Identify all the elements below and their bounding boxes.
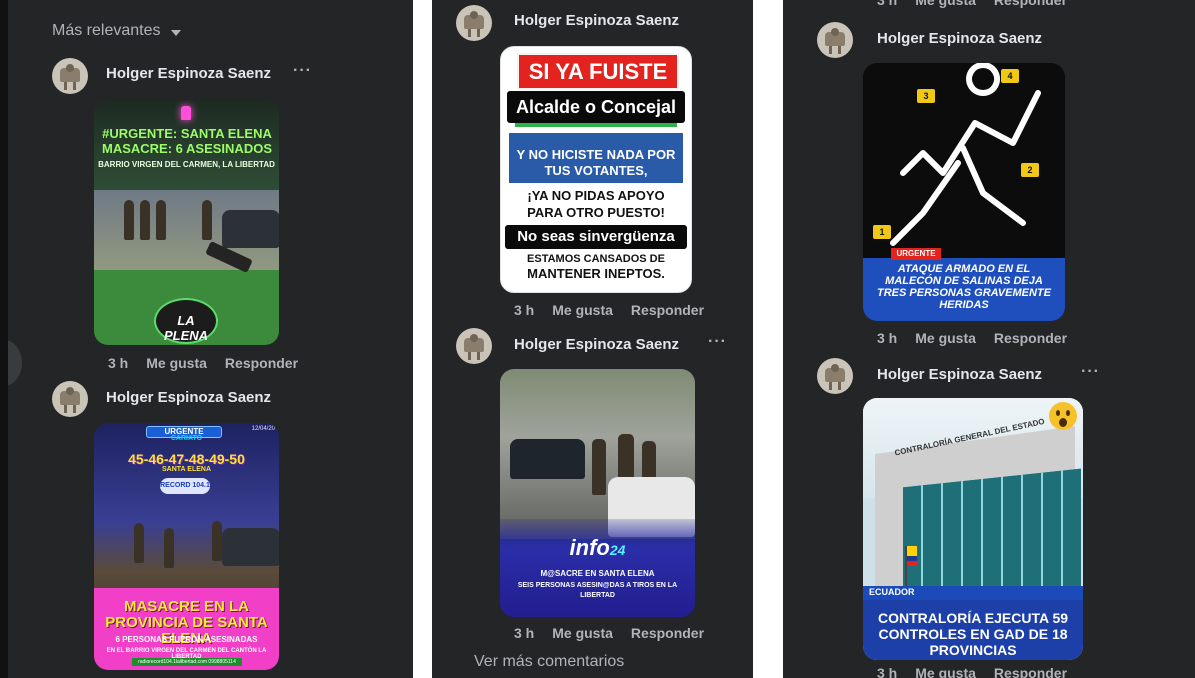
- comment-image[interactable]: info24 M@SACRE EN SANTA ELENA SEIS PERSO…: [500, 369, 695, 617]
- comment-author[interactable]: Holger Espinoza Saenz: [877, 30, 1042, 47]
- comment-image[interactable]: URGENTE 12/04/20 CARIATO 45-46-47-48-49-…: [94, 423, 279, 670]
- siren-icon: [181, 106, 191, 120]
- comment-image[interactable]: 3 4 2 1 URGENTE ATAQUE ARMADO EN EL MALE…: [863, 63, 1065, 321]
- panel-edge: [0, 0, 8, 678]
- like-button[interactable]: Me gusta: [552, 625, 613, 641]
- sort-label: Más relevantes: [52, 22, 161, 39]
- comment-author[interactable]: Holger Espinoza Saenz: [877, 366, 1042, 383]
- comment-actions: 3 h Me gusta Responder: [108, 355, 298, 371]
- avatar[interactable]: [456, 328, 492, 364]
- comment-author[interactable]: Holger Espinoza Saenz: [106, 65, 271, 82]
- see-more-comments-link[interactable]: Ver más comentarios: [474, 653, 624, 671]
- image-numbers: 45-46-47-48-49-50: [128, 451, 245, 467]
- evidence-marker: 3: [917, 89, 935, 103]
- image-contact: radiorecord104.1lalibertad.com 099880511…: [132, 658, 242, 666]
- comment-actions: 3 h Me gusta Responder: [877, 330, 1067, 346]
- image-line-5: No seas sinvergüenza: [505, 225, 687, 249]
- more-options-icon[interactable]: ···: [1081, 363, 1100, 381]
- image-subline: SEIS PERSONAS ASESIN@DAS A TIROS EN LA L…: [517, 582, 678, 599]
- like-button[interactable]: Me gusta: [915, 665, 976, 678]
- evidence-marker: 2: [1021, 163, 1039, 177]
- image-line-2: Alcalde o Concejal: [507, 91, 685, 123]
- image-line-3: Y NO HICISTE NADA POR TUS VOTANTES,: [516, 147, 676, 178]
- like-button[interactable]: Me gusta: [146, 355, 207, 371]
- ecuador-flag-icon: [907, 546, 917, 566]
- comment-time: 3 h: [877, 665, 898, 678]
- reply-button[interactable]: Responder: [994, 665, 1067, 678]
- reply-button[interactable]: Responder: [225, 355, 298, 371]
- comment-actions: 3 h Me gusta Responder: [514, 625, 704, 641]
- avatar[interactable]: [52, 58, 88, 94]
- image-headline: CONTRALORÍA EJECUTA 59 CONTROLES EN GAD …: [877, 610, 1069, 658]
- more-options-icon[interactable]: ···: [293, 62, 312, 80]
- like-button[interactable]: Me gusta: [915, 330, 976, 346]
- image-line-7: MANTENER INEPTOS.: [527, 266, 665, 281]
- avatar[interactable]: [456, 5, 492, 41]
- comment-image[interactable]: #URGENTE: SANTA ELENA MASACRE: 6 ASESINA…: [94, 100, 279, 345]
- image-subline: 6 PERSONAS FUERON ASESINADAS: [115, 635, 258, 644]
- caret-down-icon: [170, 29, 181, 36]
- comment-author[interactable]: Holger Espinoza Saenz: [514, 336, 679, 353]
- info24-logo: info24: [569, 535, 626, 560]
- evidence-marker: 4: [1001, 69, 1019, 83]
- image-location: SANTA ELENA: [162, 466, 211, 473]
- image-date: 12/04/20: [251, 426, 275, 432]
- surprised-emoji-icon: [1049, 402, 1077, 430]
- image-headline: M@SACRE EN SANTA ELENA: [540, 569, 655, 578]
- avatar[interactable]: [52, 381, 88, 417]
- evidence-marker: 1: [873, 225, 891, 239]
- reply-button[interactable]: Responder: [994, 330, 1067, 346]
- comment-time: 3 h: [877, 0, 898, 8]
- la-plena-logo: LA PLENA: [154, 298, 218, 344]
- reply-button[interactable]: Responder: [631, 302, 704, 318]
- comments-panel-right: 3 h Me gusta Responder Holger Espinoza S…: [783, 0, 1195, 678]
- image-line-1: SI YA FUISTE: [517, 53, 679, 90]
- image-headline: ATAQUE ARMADO EN EL MALECÓN DE SALINAS D…: [877, 263, 1051, 311]
- comment-time: 3 h: [108, 355, 129, 371]
- comment-time: 3 h: [514, 302, 535, 318]
- comment-image[interactable]: SI YA FUISTE Alcalde o Concejal Y NO HIC…: [500, 46, 692, 293]
- avatar[interactable]: [817, 22, 853, 58]
- radio-logo: RECORD 104.1: [160, 478, 210, 494]
- scroll-handle[interactable]: [8, 340, 22, 386]
- body-outline-graphic: [890, 63, 1041, 246]
- comment-author[interactable]: Holger Espinoza Saenz: [514, 12, 679, 29]
- sort-dropdown[interactable]: Más relevantes: [52, 22, 181, 40]
- reply-button[interactable]: Responder: [631, 625, 704, 641]
- image-small-text: CARIATO: [170, 435, 203, 442]
- reply-button[interactable]: Responder: [994, 0, 1067, 8]
- comment-actions: 3 h Me gusta Responder: [877, 0, 1067, 8]
- comment-actions: 3 h Me gusta Responder: [877, 665, 1067, 678]
- like-button[interactable]: Me gusta: [552, 302, 613, 318]
- image-subline: BARRIO VIRGEN DEL CARMEN, LA LIBERTAD: [98, 160, 275, 169]
- comment-time: 3 h: [514, 625, 535, 641]
- avatar[interactable]: [817, 358, 853, 394]
- like-button[interactable]: Me gusta: [915, 0, 976, 8]
- image-line-4: ¡YA NO PIDAS APOYO PARA OTRO PUESTO!: [527, 188, 665, 220]
- urgent-tag: URGENTE: [891, 248, 941, 260]
- comment-actions: 3 h Me gusta Responder: [514, 302, 704, 318]
- comment-image[interactable]: CONTRALORÍA GENERAL DEL ESTADO ECUADOR C…: [863, 398, 1083, 660]
- more-options-icon[interactable]: ···: [708, 333, 727, 351]
- comments-panel-left: Más relevantes Holger Espinoza Saenz ···…: [8, 0, 413, 678]
- comments-panel-middle: Holger Espinoza Saenz SI YA FUISTE Alcal…: [432, 0, 753, 678]
- comment-time: 3 h: [877, 330, 898, 346]
- country-tag: ECUADOR: [863, 586, 1083, 600]
- image-headline: #URGENTE: SANTA ELENA MASACRE: 6 ASESINA…: [102, 126, 272, 156]
- comment-author[interactable]: Holger Espinoza Saenz: [106, 389, 271, 406]
